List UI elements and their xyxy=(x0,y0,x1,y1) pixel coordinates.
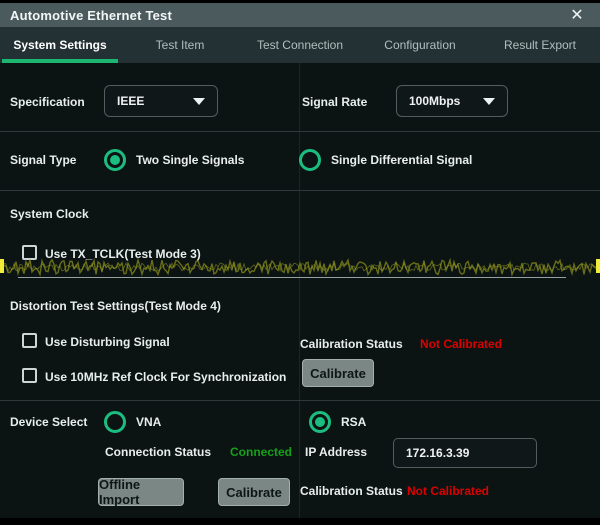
two-single-signals-label[interactable]: Two Single Signals xyxy=(136,153,244,167)
waveform-left-marker xyxy=(0,259,4,273)
radio-single-differential-signal[interactable] xyxy=(299,149,321,171)
offline-import-button[interactable]: Offline Import xyxy=(98,478,184,506)
system-settings-panel: Specification IEEE Signal Rate 100Mbps S… xyxy=(0,63,600,518)
signal-rate-label: Signal Rate xyxy=(302,95,367,109)
tab-test-connection[interactable]: Test Connection xyxy=(240,27,360,63)
tab-label: Result Export xyxy=(504,38,576,52)
separator xyxy=(0,400,600,401)
use-disturbing-signal-checkbox[interactable] xyxy=(22,333,37,348)
tab-label: Test Connection xyxy=(257,38,343,52)
radio-dot xyxy=(315,417,325,427)
channel-waveform xyxy=(0,256,600,278)
use-10mhz-refclock-checkbox[interactable] xyxy=(22,368,37,383)
distortion-calibration-status-value: Not Calibrated xyxy=(420,337,502,351)
signal-rate-value: 100Mbps xyxy=(409,94,460,108)
tab-label: Configuration xyxy=(384,38,455,52)
single-differential-signal-label[interactable]: Single Differential Signal xyxy=(331,153,472,167)
ip-address-label: IP Address xyxy=(305,445,367,459)
rsa-label[interactable]: RSA xyxy=(341,415,366,429)
device-calibration-status-value: Not Calibrated xyxy=(407,484,489,498)
device-select-label: Device Select xyxy=(10,415,87,429)
automotive-ethernet-test-dialog: Automotive Ethernet Test ✕ System Settin… xyxy=(0,3,600,518)
vna-label[interactable]: VNA xyxy=(136,415,161,429)
tab-bar: System Settings Test Item Test Connectio… xyxy=(0,27,600,63)
tab-label: Test Item xyxy=(156,38,205,52)
tab-label: System Settings xyxy=(13,38,106,52)
dialog-title: Automotive Ethernet Test xyxy=(0,8,172,23)
signal-type-label: Signal Type xyxy=(10,153,76,167)
use-disturbing-signal-label[interactable]: Use Disturbing Signal xyxy=(45,335,170,349)
tab-configuration[interactable]: Configuration xyxy=(360,27,480,63)
distortion-calibrate-button[interactable]: Calibrate xyxy=(302,359,374,387)
chevron-down-icon xyxy=(483,98,495,105)
separator-light xyxy=(18,277,566,278)
connection-status-value: Connected xyxy=(230,445,292,459)
specification-dropdown[interactable]: IEEE xyxy=(104,85,218,117)
title-bar: Automotive Ethernet Test xyxy=(0,3,600,27)
system-clock-title: System Clock xyxy=(10,207,89,221)
chevron-down-icon xyxy=(193,98,205,105)
tab-test-item[interactable]: Test Item xyxy=(120,27,240,63)
radio-dot xyxy=(110,155,120,165)
waveform-right-marker xyxy=(596,259,600,273)
ip-address-input[interactable] xyxy=(393,438,537,468)
radio-vna[interactable] xyxy=(104,411,126,433)
device-calibrate-button[interactable]: Calibrate xyxy=(218,478,290,506)
distortion-calibration-status-label: Calibration Status xyxy=(300,337,403,351)
connection-status-label: Connection Status xyxy=(105,445,211,459)
radio-rsa[interactable] xyxy=(309,411,331,433)
tab-result-export[interactable]: Result Export xyxy=(480,27,600,63)
distortion-title: Distortion Test Settings(Test Mode 4) xyxy=(10,299,221,313)
specification-label: Specification xyxy=(10,95,85,109)
signal-rate-dropdown[interactable]: 100Mbps xyxy=(396,85,508,117)
separator xyxy=(0,190,600,191)
tab-system-settings[interactable]: System Settings xyxy=(0,27,120,63)
use-10mhz-refclock-label[interactable]: Use 10MHz Ref Clock For Synchronization xyxy=(45,370,286,384)
device-calibration-status-label: Calibration Status xyxy=(300,484,403,498)
separator xyxy=(0,131,600,132)
radio-two-single-signals[interactable] xyxy=(104,149,126,171)
specification-value: IEEE xyxy=(117,94,144,108)
close-icon[interactable]: ✕ xyxy=(564,3,590,27)
